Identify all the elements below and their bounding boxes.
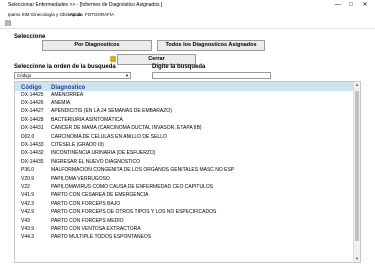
list-item[interactable]: DX-14428 BACTERIURIA ASINTOMÁTICA [21, 116, 351, 124]
item-diagnosis: BACTERIURIA ASINTOMÁTICA [51, 117, 123, 123]
menu-item-photo[interactable]: FOTOGRAFÍA [85, 11, 114, 19]
list-item[interactable]: V42.3 PARTO CON FORCEPS BAJO [21, 200, 351, 208]
list-item[interactable]: DX-14433 CITESELE (GRADO III) [21, 141, 351, 149]
item-code: DX-14427 [21, 108, 44, 114]
digite-label: Digite la busqueda [152, 64, 206, 70]
por-diagnosticos-button[interactable]: Por Diagnosticos [42, 40, 152, 51]
item-code: V22 [21, 184, 30, 190]
item-diagnosis: APENDICITIS (EN LA 24 SEMANAS DE EMBARAZ… [51, 108, 172, 114]
seleccione-label: Seleccione [14, 34, 46, 40]
item-code: DX-14428 [21, 117, 44, 123]
item-diagnosis: PAPILOMAVIRUS COMO CAUSA DE ENFERMEDAD C… [51, 184, 214, 190]
sidebar-toggle-icon[interactable]: ▤ [4, 20, 12, 28]
item-diagnosis: CARCINOMA DE CELULAS EN ANILLO DE SELLO [51, 134, 167, 140]
item-code: DX-14426 [21, 100, 44, 106]
item-code: V44.3 [21, 234, 35, 240]
item-diagnosis: PARTO MULTIPLE TODOS ESPONTANEOS [51, 234, 152, 240]
menu-item-help[interactable]: Ayuda [70, 11, 83, 19]
list-item[interactable]: V44.3 PARTO MULTIPLE TODOS ESPONTANEOS [21, 233, 351, 241]
list-item[interactable]: P36.0 MALFORMACION CONGENITA DE LOS ORGAN… [21, 166, 351, 174]
scroll-up-icon[interactable]: ▲ [354, 82, 360, 88]
cerrar-label: Cerrar [148, 56, 165, 62]
item-diagnosis: INGRESAR EL NUEVO DIAGNOSTICO [51, 159, 140, 165]
item-diagnosis: AMENORREA [51, 92, 84, 98]
item-code: D02.0 [21, 134, 35, 140]
order-select-value: Código [17, 73, 32, 78]
item-diagnosis: ANEMIA [51, 100, 71, 106]
list-item[interactable]: DX-14427 APENDICITIS (EN LA 24 SEMANAS DE… [21, 107, 351, 115]
item-code: DX-14425 [21, 92, 44, 98]
list-item[interactable]: V43 PARTO CON FORCEPS MEDIO [21, 217, 351, 225]
item-diagnosis: PARTO CON CESAREA DE EMERGENCIA [51, 192, 149, 198]
maximize-button[interactable]: □ [346, 0, 356, 11]
item-code: P36.0 [21, 167, 35, 173]
item-diagnosis: PARTO CON FORCEPS DE OTROS TIPOS Y LOS N… [51, 209, 217, 215]
minimize-button[interactable]: — [333, 0, 343, 11]
close-folder-icon [110, 56, 116, 62]
item-diagnosis: PARTO CON FORCEPS MEDIO [51, 218, 124, 224]
item-diagnosis: INCONTINENCIA URINARIA (DE ESFUERZO) [51, 150, 156, 156]
order-select[interactable]: Código ▼ [14, 72, 131, 79]
item-code: V43.9 [21, 226, 35, 232]
list-item[interactable]: V41.9 PARTO CON CESAREA DE EMERGENCIA [21, 191, 351, 199]
list-item[interactable]: DX-14426 ANEMIA [21, 99, 351, 107]
item-code: DX-14433 [21, 142, 44, 148]
item-code: DX-14432 [21, 150, 44, 156]
list-scrollbar[interactable]: ▲ ▼ [353, 82, 360, 262]
item-diagnosis: PARTO CON VENTOSA EXTRACTORA [51, 226, 141, 232]
item-code: V41.9 [21, 192, 35, 198]
close-button[interactable]: ✕ [360, 0, 370, 11]
diagnosis-list[interactable]: Código Diagnóstico DX-14425 AMENORREA DX-… [14, 81, 361, 263]
list-item[interactable]: DX-14431 CANCER DE MAMA (CARCINOMA DUCTAL… [21, 124, 351, 132]
list-item[interactable]: V42.9 PARTO CON FORCEPS DE OTROS TIPOS Y … [21, 208, 351, 216]
list-item[interactable]: V43.9 PARTO CON VENTOSA EXTRACTORA [21, 225, 351, 233]
list-item[interactable]: DX-14435 INGRESAR EL NUEVO DIAGNOSTICO [21, 158, 351, 166]
item-diagnosis: CITESELE (GRADO III) [51, 142, 104, 148]
item-diagnosis: PAPILOMA VERRUGOSO [51, 176, 110, 182]
item-code: DX-14431 [21, 125, 44, 131]
item-code: V42.9 [21, 209, 35, 215]
list-item[interactable]: D02.0 CARCINOMA DE CELULAS EN ANILLO DE S… [21, 133, 351, 141]
toolbar: ▤ [0, 19, 375, 29]
title-bar: Seleccionar Enfermedades >> - [Informes … [0, 0, 375, 11]
item-diagnosis: CANCER DE MAMA (CARCINOMA DUCTAL INVASOR… [51, 125, 202, 131]
item-code: V42.3 [21, 201, 35, 207]
scroll-thumb[interactable] [355, 91, 359, 241]
scroll-down-icon[interactable]: ▼ [354, 256, 360, 262]
list-item[interactable]: V22 PAPILOMAVIRUS COMO CAUSA DE ENFERMEDA… [21, 183, 351, 191]
item-code: V43 [21, 218, 30, 224]
orden-label: Seleccione la orden de la busqueda [14, 64, 116, 70]
window-title: Seleccionar Enfermedades >> - [Informes … [8, 2, 163, 8]
item-diagnosis: PARTO CON FORCEPS BAJO [51, 201, 121, 207]
item-code: DX-14435 [21, 159, 44, 165]
menu-bar: Ipams SIM Ginecología y Obstetricia Ayud… [0, 11, 375, 19]
list-item[interactable]: DX-14432 INCONTINENCIA URINARIA (DE ESFUE… [21, 149, 351, 157]
chevron-down-icon: ▼ [125, 73, 129, 78]
list-item[interactable]: DX-14425 AMENORREA [21, 91, 351, 99]
search-input[interactable] [152, 72, 271, 79]
list-item[interactable]: V20.9 PAPILOMA VERRUGOSO [21, 175, 351, 183]
item-diagnosis: MALFORMACION CONGENITA DE LOS ORGANOS GE… [51, 167, 235, 173]
item-code: V20.9 [21, 176, 35, 182]
todos-diagnosticos-button[interactable]: Todos los Diagnosticos Asignados [157, 40, 265, 51]
